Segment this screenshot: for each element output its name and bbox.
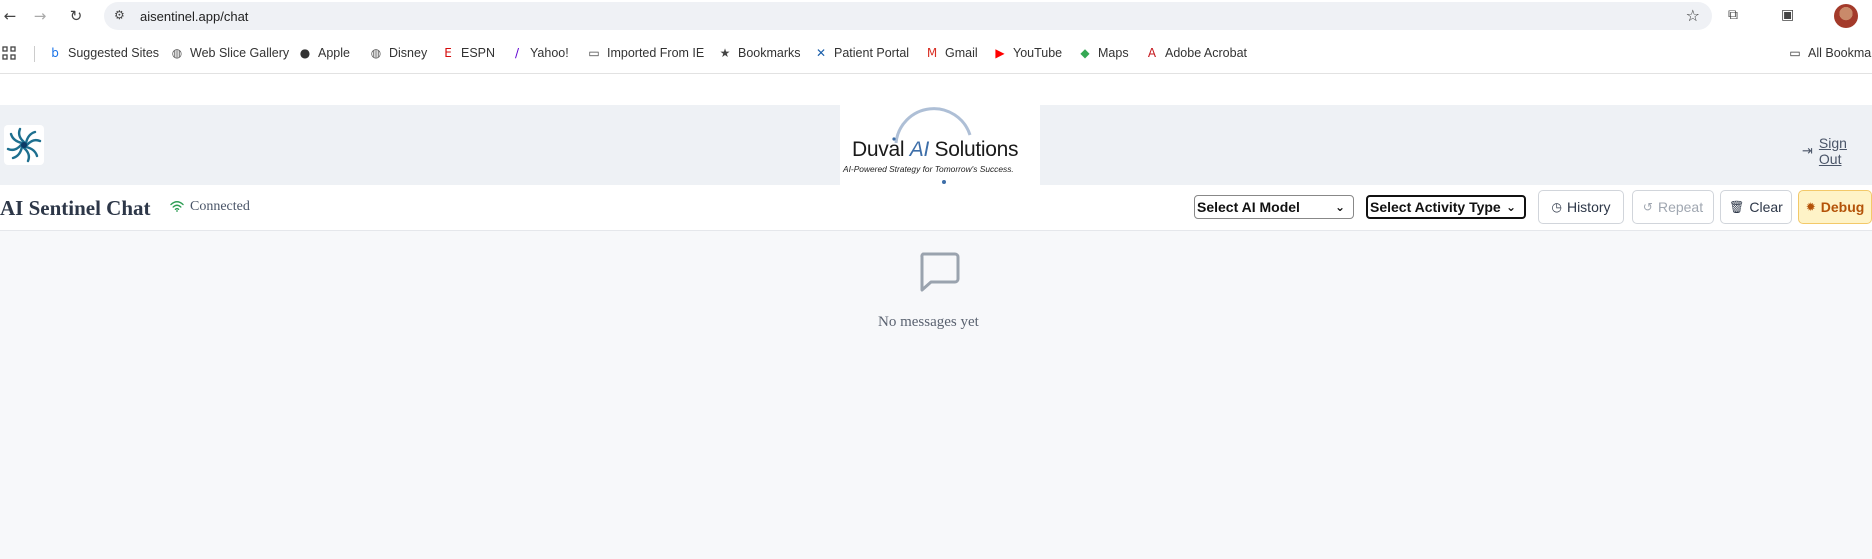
bookmark-espn[interactable]: E ESPN xyxy=(441,44,495,62)
bookmark-all-bookmarks[interactable]: ▭ All Bookmarks xyxy=(1788,44,1872,62)
bookmark-apple[interactable]: ● Apple xyxy=(298,44,350,62)
espn-icon: E xyxy=(444,46,452,60)
bookmark-label: Imported From IE xyxy=(607,46,705,60)
acrobat-icon: A xyxy=(1147,46,1157,60)
company-tagline: AI-Powered Strategy for Tomorrow's Succe… xyxy=(843,164,1014,174)
debug-button[interactable]: ✹ Debug xyxy=(1798,190,1872,224)
bookmarks-divider xyxy=(34,46,35,62)
history-button-label: History xyxy=(1566,199,1611,215)
address-bar[interactable]: ⚙ aisentinel.app/chat ☆ xyxy=(104,2,1712,30)
bing-icon: b xyxy=(51,46,59,60)
url-text[interactable]: aisentinel.app/chat xyxy=(140,9,248,24)
yahoo-icon: / xyxy=(514,46,520,60)
browser-toolbar: ← → ↻ ⚙ aisentinel.app/chat ☆ ⧉ ▣ xyxy=(0,0,1872,32)
activity-type-select[interactable]: Select Activity Type ⌄ xyxy=(1366,195,1526,219)
empty-state-text: No messages yet xyxy=(878,314,979,330)
bookmark-label: Patient Portal xyxy=(834,46,910,60)
chevron-down-icon: ⌄ xyxy=(1505,200,1516,214)
history-icon: ◷ xyxy=(1551,200,1562,214)
bookmark-suggested-sites[interactable]: b Suggested Sites xyxy=(48,44,159,62)
extensions-icon[interactable]: ⧉ xyxy=(1728,7,1748,25)
folder-icon: ▭ xyxy=(588,46,600,60)
clear-button-label: Clear xyxy=(1749,199,1783,215)
activity-type-select-value: Select Activity Type xyxy=(1370,199,1501,215)
clear-button[interactable]: 🗑 Clear xyxy=(1720,190,1792,224)
maps-icon: ◆ xyxy=(1080,46,1090,60)
app-logo[interactable] xyxy=(4,125,44,165)
ai-model-select[interactable]: Select AI Model ⌄ xyxy=(1194,195,1354,219)
bookmark-label: Apple xyxy=(318,46,350,60)
wifi-icon xyxy=(170,200,184,215)
sign-out-link[interactable]: ⇥ Sign Out xyxy=(1802,135,1872,167)
forward-icon[interactable]: → xyxy=(30,6,50,26)
bookmark-label: Disney xyxy=(389,46,428,60)
globe-icon: ◍ xyxy=(370,46,382,60)
connection-status: Connected xyxy=(170,199,250,215)
bookmark-youtube[interactable]: ▶ YouTube xyxy=(993,44,1062,62)
repeat-button[interactable]: ↺ Repeat xyxy=(1632,190,1714,224)
bookmark-label: ESPN xyxy=(461,46,496,60)
bookmark-disney[interactable]: ◍ Disney xyxy=(369,44,427,62)
back-icon[interactable]: ← xyxy=(0,6,20,26)
x-icon: ✕ xyxy=(815,46,827,60)
page-top-gap xyxy=(0,74,1872,105)
bookmark-gmail[interactable]: M Gmail xyxy=(925,44,978,62)
sign-out-label: Sign Out xyxy=(1818,135,1847,167)
ai-model-select-value: Select AI Model xyxy=(1197,199,1300,215)
message-square-icon xyxy=(917,250,961,299)
bookmark-yahoo[interactable]: / Yahoo! xyxy=(510,44,569,62)
bookmark-label: Suggested Sites xyxy=(68,46,160,60)
bookmark-patient-portal[interactable]: ✕ Patient Portal xyxy=(814,44,909,62)
chevron-down-icon: ⌄ xyxy=(1334,200,1345,214)
chat-toolbar: AI Sentinel Chat Connected Select AI Mod… xyxy=(0,185,1872,231)
bookmark-label: Bookmarks xyxy=(738,46,801,60)
bug-icon: ✹ xyxy=(1805,200,1816,214)
repeat-icon: ↺ xyxy=(1642,200,1653,214)
bookmark-bookmarks[interactable]: ★ Bookmarks xyxy=(718,44,801,62)
repeat-button-label: Repeat xyxy=(1657,199,1704,215)
site-info-icon[interactable]: ⚙ xyxy=(114,8,130,24)
bookmark-label: Adobe Acrobat xyxy=(1165,46,1248,60)
bookmark-label: YouTube xyxy=(1013,46,1063,60)
page-title: AI Sentinel Chat xyxy=(0,196,151,220)
bookmark-star-icon[interactable]: ☆ xyxy=(1686,6,1700,25)
bookmark-label: Maps xyxy=(1098,46,1129,60)
bookmark-adobe-acrobat[interactable]: A Adobe Acrobat xyxy=(1145,44,1247,62)
history-button[interactable]: ◷ History xyxy=(1538,190,1624,224)
gmail-icon: M xyxy=(926,46,938,60)
tab-search-icon[interactable]: ▣ xyxy=(1781,7,1801,25)
bookmark-label: Gmail xyxy=(945,46,978,60)
profile-avatar[interactable] xyxy=(1834,4,1858,28)
sign-out-icon: ⇥ xyxy=(1802,143,1813,159)
company-logo: Duval AI Solutions AI-Powered Strategy f… xyxy=(840,105,1040,185)
bookmarks-bar: b Suggested Sites ◍ Web Slice Gallery ● Apple… xyxy=(0,32,1872,74)
globe-icon: ◍ xyxy=(171,46,183,60)
status-text: Connected xyxy=(190,199,250,214)
debug-button-label: Debug xyxy=(1820,199,1865,215)
bookmark-label: Yahoo! xyxy=(530,46,569,60)
reload-icon[interactable]: ↻ xyxy=(66,6,86,26)
trash-icon: 🗑 xyxy=(1729,200,1745,214)
bookmark-label: Web Slice Gallery xyxy=(190,46,290,60)
bookmark-imported-from-ie[interactable]: ▭ Imported From IE xyxy=(587,44,704,62)
bookmark-web-slice-gallery[interactable]: ◍ Web Slice Gallery xyxy=(170,44,289,62)
bookmark-label: All Bookmarks xyxy=(1808,46,1872,60)
app-header: Duval AI Solutions AI-Powered Strategy f… xyxy=(0,105,1872,185)
youtube-icon: ▶ xyxy=(995,46,1005,60)
bookmark-maps[interactable]: ◆ Maps xyxy=(1078,44,1129,62)
company-name: Duval AI Solutions xyxy=(852,138,1019,161)
apps-icon[interactable] xyxy=(2,44,16,62)
star-icon: ★ xyxy=(719,46,731,60)
folder-icon: ▭ xyxy=(1789,46,1801,60)
apple-icon: ● xyxy=(299,46,311,60)
